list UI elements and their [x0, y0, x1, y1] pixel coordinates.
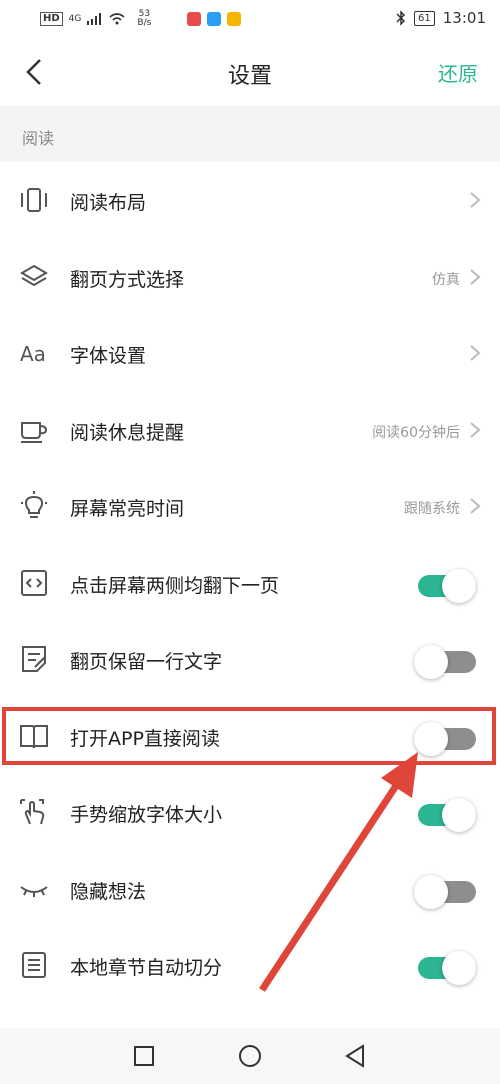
bulb-icon	[18, 490, 50, 522]
toggle-switch[interactable]	[414, 645, 476, 679]
setting-gesture-zoom-font[interactable]: 手势缩放字体大小	[0, 774, 500, 851]
triangle-back-icon	[345, 1044, 364, 1068]
setting-reading-layout[interactable]: 阅读布局	[0, 162, 500, 239]
section-header: 阅读	[0, 106, 500, 162]
toggle-switch[interactable]	[414, 798, 476, 832]
app-header: 设置 还原	[0, 36, 500, 106]
toggle-knob	[442, 798, 476, 832]
chevron-right-icon	[470, 268, 481, 285]
toggle-switch[interactable]	[414, 951, 476, 985]
setting-label: 屏幕常亮时间	[70, 498, 185, 520]
eye-closed-icon	[18, 873, 50, 905]
home-button[interactable]	[237, 1043, 263, 1069]
chevron-right-icon	[470, 192, 481, 208]
setting-page-turn-mode[interactable]: 翻页方式选择 仿真	[0, 239, 500, 316]
gesture-icon	[18, 796, 50, 828]
net-speed: 53 B/s	[131, 10, 157, 28]
status-bar: HD 4G 53 B/s 61 13:01	[0, 0, 500, 36]
setting-label: 手势缩放字体大小	[70, 804, 223, 826]
setting-hide-thoughts[interactable]: 隐藏想法	[0, 851, 500, 928]
setting-label: 隐藏想法	[70, 880, 147, 903]
net-speed-unit: B/s	[137, 18, 152, 28]
toggle-switch[interactable]	[414, 568, 476, 603]
section-label: 阅读	[22, 129, 55, 148]
chevron-right-icon	[470, 498, 481, 514]
system-nav-bar	[0, 1028, 500, 1084]
setting-label: 字体设置	[70, 345, 147, 367]
toggle-knob	[442, 951, 476, 985]
annotation-highlight-box	[2, 707, 496, 765]
toggle-knob	[414, 874, 448, 909]
restore-button[interactable]: 还原	[438, 58, 478, 87]
setting-local-chapter-split[interactable]: 本地章节自动切分	[0, 927, 500, 1004]
square-icon	[134, 1046, 154, 1066]
setting-value: 阅读60分钟后	[372, 424, 460, 441]
setting-value: 跟随系统	[404, 501, 460, 517]
note-icon	[18, 643, 50, 675]
setting-label: 阅读休息提醒	[70, 421, 185, 444]
chevron-right-icon	[470, 345, 481, 361]
settings-list: 阅读布局 翻页方式选择 仿真 Aa 字体设置 阅读休息提醒 阅读60分钟后 屏幕…	[0, 162, 500, 1004]
signal-icon: 4G	[68, 14, 82, 24]
setting-label: 阅读布局	[70, 192, 147, 214]
list-icon	[18, 949, 50, 981]
toggle-knob	[442, 568, 476, 603]
recent-apps-button[interactable]	[131, 1043, 157, 1069]
circle-icon	[239, 1045, 261, 1067]
cup-icon	[18, 414, 50, 446]
cell-signal-icon	[87, 13, 102, 25]
page-title: 设置	[227, 64, 272, 89]
setting-screen-on-time[interactable]: 屏幕常亮时间 跟随系统	[0, 468, 500, 545]
clock: 13:01	[442, 9, 486, 27]
notification-app-icon	[227, 12, 242, 26]
setting-tap-sides-next-page[interactable]: 点击屏幕两侧均翻下一页	[0, 545, 500, 622]
layers-icon	[18, 261, 50, 293]
back-nav-button[interactable]	[343, 1043, 369, 1069]
code-icon	[18, 567, 50, 599]
setting-font[interactable]: Aa 字体设置	[0, 315, 500, 392]
setting-value: 仿真	[432, 271, 460, 288]
setting-label: 点击屏幕两侧均翻下一页	[70, 574, 280, 597]
toggle-knob	[414, 645, 448, 679]
notification-app-icon	[207, 12, 222, 26]
svg-text:Aa: Aa	[20, 342, 46, 366]
hd-indicator: HD	[40, 12, 63, 26]
setting-rest-reminder[interactable]: 阅读休息提醒 阅读60分钟后	[0, 392, 500, 469]
battery-icon: 61	[414, 10, 435, 26]
notification-app-icon	[187, 12, 202, 26]
setting-label: 翻页方式选择	[70, 268, 185, 291]
chevron-right-icon	[470, 421, 481, 438]
setting-keep-one-line[interactable]: 翻页保留一行文字	[0, 621, 500, 698]
font-icon: Aa	[18, 337, 50, 369]
bluetooth-icon	[396, 10, 406, 26]
layout-icon	[18, 184, 50, 216]
setting-label: 翻页保留一行文字	[70, 651, 223, 673]
toggle-switch[interactable]	[414, 874, 476, 909]
wifi-icon	[109, 13, 125, 25]
setting-label: 本地章节自动切分	[70, 957, 223, 979]
